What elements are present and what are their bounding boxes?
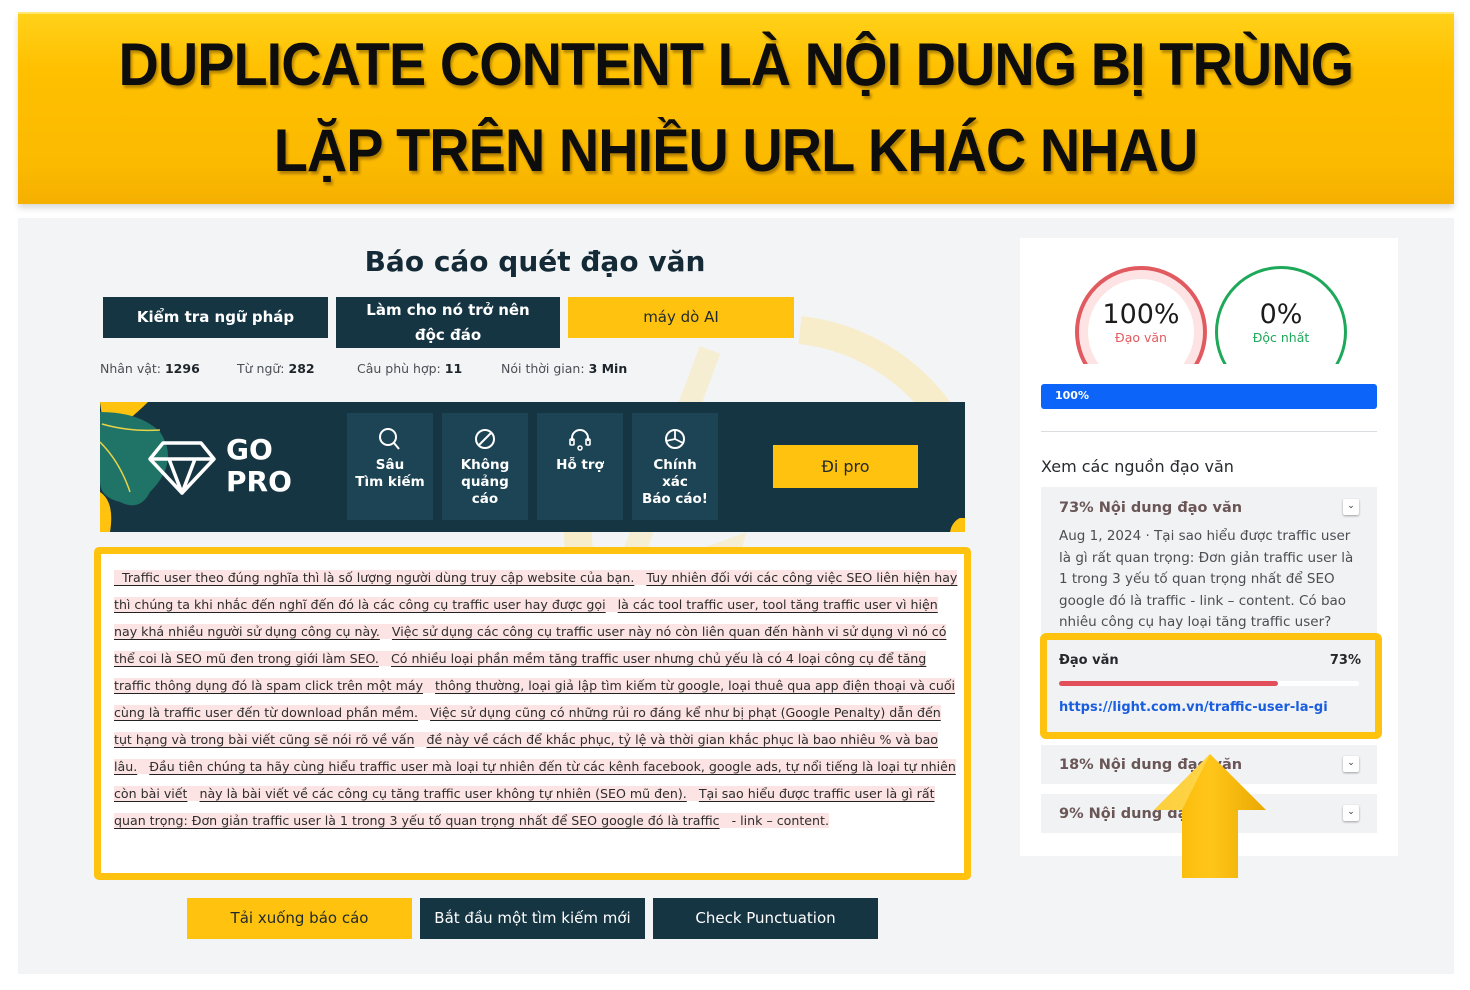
segment-gap	[423, 678, 436, 693]
segment-gap	[605, 597, 618, 612]
match-value: 73%	[1329, 653, 1361, 668]
stat-value: 1296	[164, 361, 200, 376]
segment-gap	[719, 813, 732, 828]
stat-matched-sentences: Câu phù hợp: 11	[357, 361, 462, 376]
source-card-1[interactable]: 73% Nội dung đạo văn ⌄ Aug 1, 2024 · Tại…	[1041, 487, 1377, 633]
unmatched-text: - link – content.	[731, 813, 829, 828]
stat-value: 3 Min	[588, 361, 628, 376]
search-icon	[379, 428, 400, 450]
segment-gap	[686, 786, 699, 801]
feature-accurate-report: Chính xác Báo cáo!	[632, 413, 718, 520]
segment-gap	[137, 759, 150, 774]
stat-words: Từ ngữ: 282	[237, 361, 315, 376]
sources-title: Xem các nguồn đạo văn	[1041, 457, 1234, 476]
overall-progress-bar: 100%	[1041, 384, 1377, 409]
corner-decoration-icon	[950, 518, 965, 532]
feature-no-ads: Không quảng cáo	[442, 413, 528, 520]
feature-label: Không quảng cáo	[460, 457, 510, 507]
unique-label: Độc nhất	[1252, 330, 1310, 345]
make-unique-button[interactable]: Làm cho nó trở nên độc đáo	[336, 297, 560, 348]
segment-gap	[414, 732, 427, 747]
stat-characters: Nhân vật: 1296	[100, 361, 200, 376]
go-pro-banner: GO PRO Sâu Tìm kiếm Không quảng cáo Hỗ t…	[100, 402, 965, 532]
segment-gap	[379, 624, 392, 639]
chevron-down-icon[interactable]: ⌄	[1343, 805, 1359, 821]
segment-gap	[634, 570, 647, 585]
plagiarism-gauge: 100% Đạo văn	[1075, 266, 1207, 364]
go-pro-line2: PRO	[226, 465, 292, 498]
arrow-up-icon	[1154, 754, 1266, 878]
feature-label: Sâu Tìm kiếm	[355, 457, 425, 490]
check-punctuation-button[interactable]: Check Punctuation	[653, 898, 878, 939]
banner-line-1: DUPLICATE CONTENT LÀ NỘI DUNG BỊ TRÙNG	[118, 31, 1355, 98]
go-pro-button[interactable]: Đi pro	[773, 445, 918, 488]
divider	[1041, 431, 1377, 432]
stat-label: Nhân vật:	[100, 361, 161, 376]
source-description: Aug 1, 2024 · Tại sao hiểu được traffic …	[1059, 528, 1354, 630]
pie-chart-icon	[665, 429, 685, 449]
unique-gauge: 0% Độc nhất	[1215, 266, 1347, 364]
chevron-down-icon[interactable]: ⌄	[1343, 756, 1359, 772]
stat-label: Từ ngữ:	[237, 361, 285, 376]
download-report-button[interactable]: Tải xuống báo cáo	[187, 898, 412, 939]
page-title: Báo cáo quét đạo văn	[364, 245, 706, 278]
go-pro-title: GO PRO	[226, 434, 292, 498]
segment-gap	[418, 705, 431, 720]
chevron-down-icon[interactable]: ⌄	[1343, 499, 1359, 515]
match-label: Đạo văn	[1059, 653, 1119, 668]
check-grammar-button[interactable]: Kiểm tra ngữ pháp	[103, 297, 328, 338]
feature-label: Chính xác Báo cáo!	[642, 457, 708, 507]
unique-percent: 0%	[1259, 299, 1303, 330]
title-banner: DUPLICATE CONTENT LÀ NỘI DUNG BỊ TRÙNG L…	[18, 12, 1454, 204]
feature-deep-search: Sâu Tìm kiếm	[347, 413, 433, 520]
plagiarism-label: Đạo văn	[1115, 330, 1167, 345]
feature-support: Hỗ trợ	[537, 413, 623, 520]
ai-detector-button[interactable]: máy dò AI	[568, 297, 794, 338]
stat-value: 11	[444, 361, 463, 376]
new-search-button[interactable]: Bắt đầu một tìm kiếm mới	[420, 898, 645, 939]
banner-line-2: LẶP TRÊN NHIỀU URL KHÁC NHAU	[274, 117, 1199, 184]
stat-value: 282	[288, 361, 315, 376]
report-text: Traffic user theo đúng nghĩa thì là số l…	[114, 564, 959, 834]
stat-label: Nói thời gian:	[501, 361, 585, 376]
no-ads-icon	[475, 429, 495, 449]
feature-label: Hỗ trợ	[556, 457, 604, 473]
headset-icon	[569, 429, 591, 451]
segment-gap	[187, 786, 200, 801]
matched-sentence[interactable]: này là bài viết về các công cụ tăng traf…	[199, 786, 687, 801]
matched-sentence[interactable]: Traffic user theo đúng nghĩa thì là số l…	[114, 570, 635, 585]
match-bar	[1059, 681, 1359, 686]
source-heading: 73% Nội dung đạo văn	[1059, 500, 1243, 516]
plagiarism-percent: 100%	[1102, 299, 1180, 330]
progress-label: 100%	[1055, 389, 1089, 402]
match-bar-fill	[1059, 681, 1278, 686]
diamond-icon	[148, 441, 216, 495]
stat-label: Câu phù hợp:	[357, 361, 441, 376]
stat-reading-time: Nói thời gian: 3 Min	[501, 361, 627, 376]
source-match-detail: Đạo văn 73% https://light.com.vn/traffic…	[1040, 633, 1382, 739]
segment-gap	[378, 651, 391, 666]
report-text-box: Traffic user theo đúng nghĩa thì là số l…	[94, 547, 971, 880]
source-url-link[interactable]: https://light.com.vn/traffic-user-la-gi	[1059, 700, 1328, 715]
go-pro-line1: GO	[226, 433, 273, 466]
